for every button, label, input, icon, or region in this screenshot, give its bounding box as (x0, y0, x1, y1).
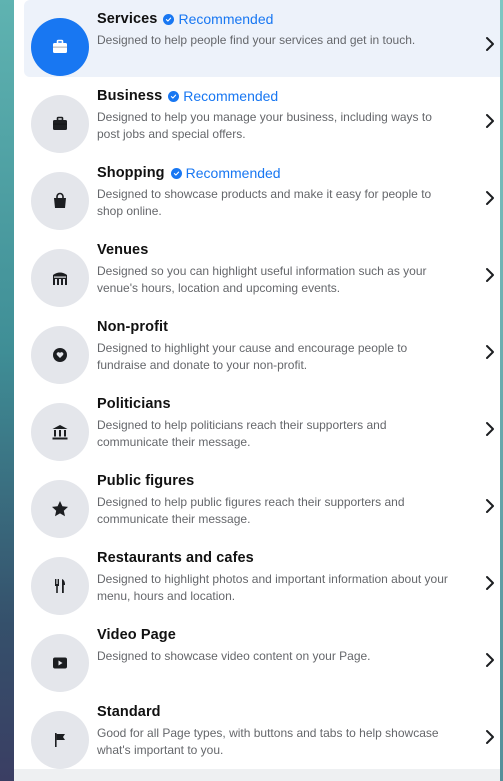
bottom-divider (14, 769, 503, 781)
heart-hand-icon (31, 326, 89, 384)
chevron-right-icon[interactable] (483, 729, 497, 745)
briefcase-icon (31, 95, 89, 153)
page-type-title: Public figures (97, 473, 195, 489)
recommended-badge: Recommended (163, 11, 273, 27)
page-type-option-video-page[interactable]: Video Page Designed to showcase video con… (14, 616, 503, 693)
page-type-panel: Services Recommended Designed to help peop… (14, 0, 503, 781)
title-row: Video Page (97, 626, 463, 644)
page-type-title: Politicians (97, 396, 171, 412)
chevron-right-icon[interactable] (483, 498, 497, 514)
recommended-badge: Recommended (170, 165, 281, 181)
page-type-description: Designed to help politicians reach their… (97, 418, 387, 449)
page-type-title: Shopping (97, 165, 165, 181)
title-row: Shopping Recommended (97, 164, 463, 182)
page-type-title: Video Page (97, 627, 176, 643)
flag-icon (31, 711, 89, 769)
page-type-option-venues[interactable]: Venues Designed so you can highlight usef… (14, 231, 503, 308)
page-type-description: Designed to help you manage your busines… (97, 110, 432, 141)
chevron-right-icon[interactable] (483, 575, 497, 591)
chevron-right-icon[interactable] (483, 36, 497, 52)
page-type-title: Venues (97, 242, 149, 258)
fork-knife-icon (31, 557, 89, 615)
chevron-right-icon[interactable] (483, 113, 497, 129)
title-row: Services Recommended (97, 10, 463, 28)
page-type-description: Good for all Page types, with buttons an… (97, 726, 439, 757)
page-type-option-politicians[interactable]: Politicians Designed to help politicians … (14, 385, 503, 462)
title-row: Venues (97, 241, 463, 259)
page-type-title: Standard (97, 704, 161, 720)
title-row: Non-profit (97, 318, 463, 336)
title-row: Restaurants and cafes (97, 549, 463, 567)
page-type-title: Business (97, 88, 163, 104)
page-type-title: Services (97, 11, 158, 27)
government-building-icon (31, 403, 89, 461)
recommended-label: Recommended (185, 165, 281, 181)
chevron-right-icon[interactable] (483, 267, 497, 283)
page-type-description: Designed to showcase video content on yo… (97, 649, 371, 663)
verified-check-icon (168, 90, 180, 102)
title-row: Standard (97, 703, 463, 721)
page-type-description: Designed to highlight photos and importa… (97, 572, 448, 603)
title-row: Business Recommended (97, 87, 463, 105)
page-type-description: Designed to help people find your servic… (97, 33, 416, 47)
chevron-right-icon[interactable] (483, 190, 497, 206)
briefcase-icon (31, 18, 89, 76)
page-type-description: Designed so you can highlight useful inf… (97, 264, 427, 295)
star-icon (31, 480, 89, 538)
page-type-option-public-figures[interactable]: Public figures Designed to help public fi… (14, 462, 503, 539)
page-type-option-shopping[interactable]: Shopping Recommended Designed to showcase … (14, 154, 503, 231)
page-type-option-business[interactable]: Business Recommended Designed to help you … (14, 77, 503, 154)
verified-check-icon (163, 13, 175, 25)
page-type-option-non-profit[interactable]: Non-profit Designed to highlight your cau… (14, 308, 503, 385)
page-type-option-restaurants-and-cafes[interactable]: Restaurants and cafes Designed to highlig… (14, 539, 503, 616)
page-type-title: Restaurants and cafes (97, 550, 254, 566)
recommended-label: Recommended (183, 88, 279, 104)
chevron-right-icon[interactable] (483, 344, 497, 360)
title-row: Politicians (97, 395, 463, 413)
page-type-description: Designed to showcase products and make i… (97, 187, 432, 218)
chevron-right-icon[interactable] (483, 421, 497, 437)
recommended-badge: Recommended (168, 88, 278, 104)
recommended-label: Recommended (178, 11, 274, 27)
page-type-option-standard[interactable]: Standard Good for all Page types, with bu… (14, 693, 503, 770)
verified-check-icon (170, 167, 182, 179)
page-type-description: Designed to highlight your cause and enc… (97, 341, 408, 372)
shopping-bag-icon (31, 172, 89, 230)
page-type-option-services[interactable]: Services Recommended Designed to help peop… (24, 0, 503, 77)
venue-icon (31, 249, 89, 307)
page-type-list: Services Recommended Designed to help peop… (14, 0, 503, 770)
page-type-description: Designed to help public figures reach th… (97, 495, 405, 526)
chevron-right-icon[interactable] (483, 652, 497, 668)
video-play-icon (31, 634, 89, 692)
page-type-title: Non-profit (97, 319, 169, 335)
title-row: Public figures (97, 472, 463, 490)
